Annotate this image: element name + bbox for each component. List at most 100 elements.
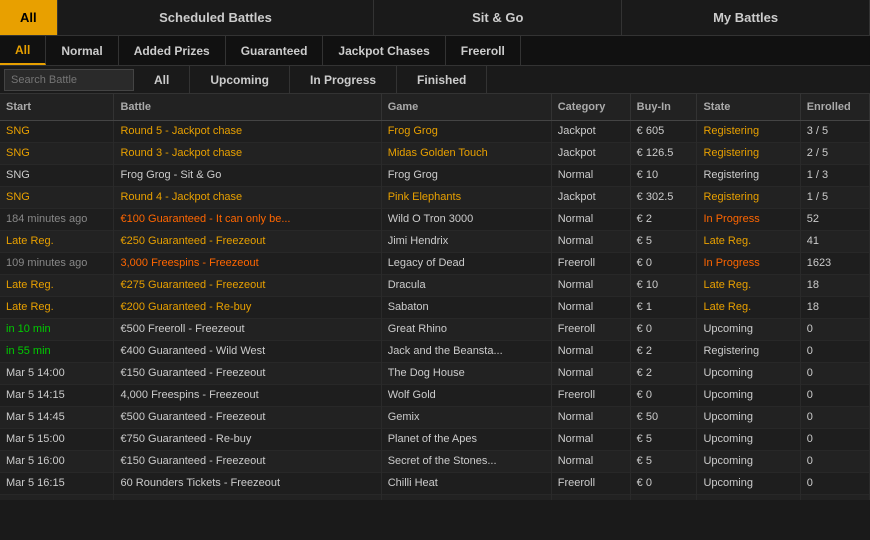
table-row[interactable]: 184 minutes ago€100 Guaranteed - It can … — [0, 208, 870, 230]
sub-nav-jackpot[interactable]: Jackpot Chases — [323, 36, 445, 65]
sub-nav-all[interactable]: All — [0, 36, 46, 65]
table-row[interactable]: Late Reg.€250 Guaranteed - FreezeoutJimi… — [0, 230, 870, 252]
table-cell: Mar 5 16:00 — [0, 450, 114, 472]
table-row[interactable]: Mar 5 14:00€150 Guaranteed - FreezeoutTh… — [0, 362, 870, 384]
top-navigation: All Scheduled Battles Sit & Go My Battle… — [0, 0, 870, 36]
table-cell: SNG — [0, 164, 114, 186]
table-cell: Normal — [551, 362, 630, 384]
table-cell: Sabaton — [381, 296, 551, 318]
sub-nav-freeroll[interactable]: Freeroll — [446, 36, 521, 65]
table-cell: 4,000 Freespins - Freezeout — [114, 384, 381, 406]
table-cell: Dracula — [381, 274, 551, 296]
table-cell: Secret of the Stones... — [381, 450, 551, 472]
table-cell: € 10 — [630, 164, 697, 186]
table-cell: 0 — [800, 494, 869, 500]
table-row[interactable]: Mar 5 16:00€150 Guaranteed - FreezeoutSe… — [0, 450, 870, 472]
table-cell: SNG — [0, 120, 114, 142]
table-cell: 0 — [800, 428, 869, 450]
table-cell: 3,000 Freespins - Freezeout — [114, 252, 381, 274]
table-cell: Jackpot — [551, 120, 630, 142]
table-cell: SNG — [0, 186, 114, 208]
table-cell: €150 Guaranteed - Freezeout — [114, 362, 381, 384]
table-cell: €250 Guaranteed - Freezeout — [114, 230, 381, 252]
sub-nav-guaranteed[interactable]: Guaranteed — [226, 36, 324, 65]
table-row[interactable]: Mar 5 15:00€750 Guaranteed - Re-buyPlane… — [0, 428, 870, 450]
table-cell: Normal — [551, 164, 630, 186]
table-cell: Registering — [697, 186, 800, 208]
table-cell: Upcoming — [697, 428, 800, 450]
table-cell: Great Rhino — [381, 318, 551, 340]
table-cell: 109 minutes ago — [0, 252, 114, 274]
table-cell: € 5 — [630, 230, 697, 252]
table-row[interactable]: Mar 5 16:45€50 Guaranteed - Winner takes… — [0, 494, 870, 500]
table-cell: Registering — [697, 142, 800, 164]
table-cell: Upcoming — [697, 318, 800, 340]
table-cell: € 10 — [630, 274, 697, 296]
header-buyin: Buy-In — [630, 94, 697, 120]
table-cell: €150 Guaranteed - Freezeout — [114, 450, 381, 472]
table-row[interactable]: Mar 5 14:45€500 Guaranteed - FreezeoutGe… — [0, 406, 870, 428]
table-cell: Jackpot — [551, 186, 630, 208]
table-cell: Upcoming — [697, 362, 800, 384]
table-cell: Registering — [697, 340, 800, 362]
table-cell: 0 — [800, 384, 869, 406]
table-cell: € 2 — [630, 362, 697, 384]
table-cell: 1 / 3 — [800, 164, 869, 186]
table-cell: 60 Rounders Tickets - Freezeout — [114, 472, 381, 494]
filter-bar: All Upcoming In Progress Finished — [0, 66, 870, 94]
table-cell: Midas Golden Touch — [381, 142, 551, 164]
table-row[interactable]: SNGRound 3 - Jackpot chaseMidas Golden T… — [0, 142, 870, 164]
table-row[interactable]: SNGRound 4 - Jackpot chasePink Elephants… — [0, 186, 870, 208]
table-row[interactable]: in 55 min€400 Guaranteed - Wild WestJack… — [0, 340, 870, 362]
table-row[interactable]: in 10 min€500 Freeroll - FreezeoutGreat … — [0, 318, 870, 340]
top-nav-scheduled[interactable]: Scheduled Battles — [58, 0, 375, 35]
table-cell: Normal — [551, 494, 630, 500]
filter-finished[interactable]: Finished — [397, 66, 487, 93]
top-nav-all[interactable]: All — [0, 0, 58, 35]
filter-upcoming[interactable]: Upcoming — [190, 66, 290, 93]
table-row[interactable]: Mar 5 16:1560 Rounders Tickets - Freezeo… — [0, 472, 870, 494]
table-cell: Wild O Tron 3000 — [381, 208, 551, 230]
header-category: Category — [551, 94, 630, 120]
table-row[interactable]: 109 minutes ago3,000 Freespins - Freezeo… — [0, 252, 870, 274]
table-cell: Round 3 - Jackpot chase — [114, 142, 381, 164]
header-battle: Battle — [114, 94, 381, 120]
top-nav-mybattles[interactable]: My Battles — [622, 0, 870, 35]
table-row[interactable]: SNGFrog Grog - Sit & GoFrog GrogNormal€ … — [0, 164, 870, 186]
table-cell: Legacy of Dead — [381, 252, 551, 274]
table-row[interactable]: SNGRound 5 - Jackpot chaseFrog GrogJackp… — [0, 120, 870, 142]
search-input[interactable] — [4, 69, 134, 91]
table-row[interactable]: Mar 5 14:154,000 Freespins - FreezeoutWo… — [0, 384, 870, 406]
table-cell: in 10 min — [0, 318, 114, 340]
table-cell: € 5 — [630, 428, 697, 450]
table-cell: € 2 — [630, 340, 697, 362]
table-cell: Round 5 - Jackpot chase — [114, 120, 381, 142]
table-cell: Jimi Hendrix — [381, 230, 551, 252]
table-row[interactable]: Late Reg.€275 Guaranteed - FreezeoutDrac… — [0, 274, 870, 296]
table-cell: 41 — [800, 230, 869, 252]
table-cell: €750 Guaranteed - Re-buy — [114, 428, 381, 450]
table-cell: 52 — [800, 208, 869, 230]
header-state: State — [697, 94, 800, 120]
table-cell: Freeroll — [551, 318, 630, 340]
table-cell: € 50 — [630, 406, 697, 428]
top-nav-sitgo[interactable]: Sit & Go — [374, 0, 622, 35]
table-cell: Late Reg. — [0, 296, 114, 318]
table-cell: In Progress — [697, 208, 800, 230]
table-row[interactable]: Late Reg.€200 Guaranteed - Re-buySabaton… — [0, 296, 870, 318]
sub-nav-normal[interactable]: Normal — [46, 36, 118, 65]
table-cell: 3 / 5 — [800, 120, 869, 142]
battles-table-wrapper: Start Battle Game Category Buy-In State … — [0, 94, 870, 500]
table-cell: Upcoming — [697, 472, 800, 494]
table-cell: Gemix — [381, 406, 551, 428]
table-cell: 0 — [800, 362, 869, 384]
header-game: Game — [381, 94, 551, 120]
table-cell: Mar 5 14:00 — [0, 362, 114, 384]
table-cell: Upcoming — [697, 406, 800, 428]
filter-inprogress[interactable]: In Progress — [290, 66, 397, 93]
sub-nav-added[interactable]: Added Prizes — [119, 36, 226, 65]
filter-all[interactable]: All — [134, 66, 190, 93]
table-cell: Normal — [551, 296, 630, 318]
table-cell: Pink Elephants — [381, 186, 551, 208]
table-cell: Freeroll — [551, 252, 630, 274]
